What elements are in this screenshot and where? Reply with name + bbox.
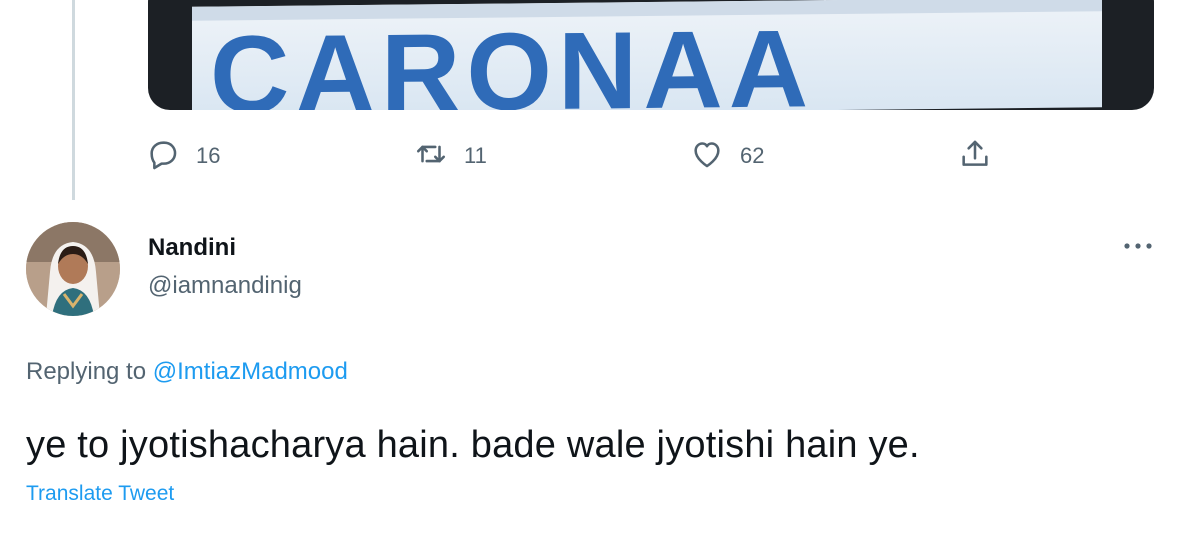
tweet-action-bar: 16 11 62 bbox=[0, 136, 1200, 178]
share-button[interactable] bbox=[958, 136, 992, 176]
avatar[interactable] bbox=[26, 222, 120, 316]
author-handle[interactable]: @iamnandinig bbox=[148, 272, 302, 300]
replying-to-handle-link[interactable]: @ImtiazMadmood bbox=[153, 358, 348, 385]
retweet-icon bbox=[414, 137, 448, 176]
reply-icon bbox=[146, 137, 180, 176]
translate-tweet-link[interactable]: Translate Tweet bbox=[26, 482, 174, 506]
reply-count: 16 bbox=[196, 143, 221, 168]
retweet-button[interactable]: 11 bbox=[414, 136, 487, 176]
media-banner: CARONAA bbox=[192, 0, 1102, 110]
media-banner-text: CARONAA bbox=[210, 7, 815, 110]
tweet-text: ye to jyotishacharya hain. bade wale jyo… bbox=[26, 424, 920, 466]
reply-button[interactable]: 16 bbox=[146, 136, 220, 176]
more-options-button[interactable] bbox=[1118, 228, 1158, 264]
author-name[interactable]: Nandini bbox=[148, 234, 236, 262]
more-icon bbox=[1123, 237, 1153, 255]
heart-icon bbox=[690, 137, 724, 176]
retweet-count: 11 bbox=[464, 143, 487, 168]
replying-to-line: Replying to @ImtiazMadmood bbox=[26, 358, 348, 386]
share-icon bbox=[958, 137, 992, 176]
replying-prefix: Replying to bbox=[26, 358, 147, 385]
like-count: 62 bbox=[740, 143, 765, 168]
tweet-media-image[interactable]: CARONAA bbox=[148, 0, 1154, 110]
like-button[interactable]: 62 bbox=[690, 136, 764, 176]
